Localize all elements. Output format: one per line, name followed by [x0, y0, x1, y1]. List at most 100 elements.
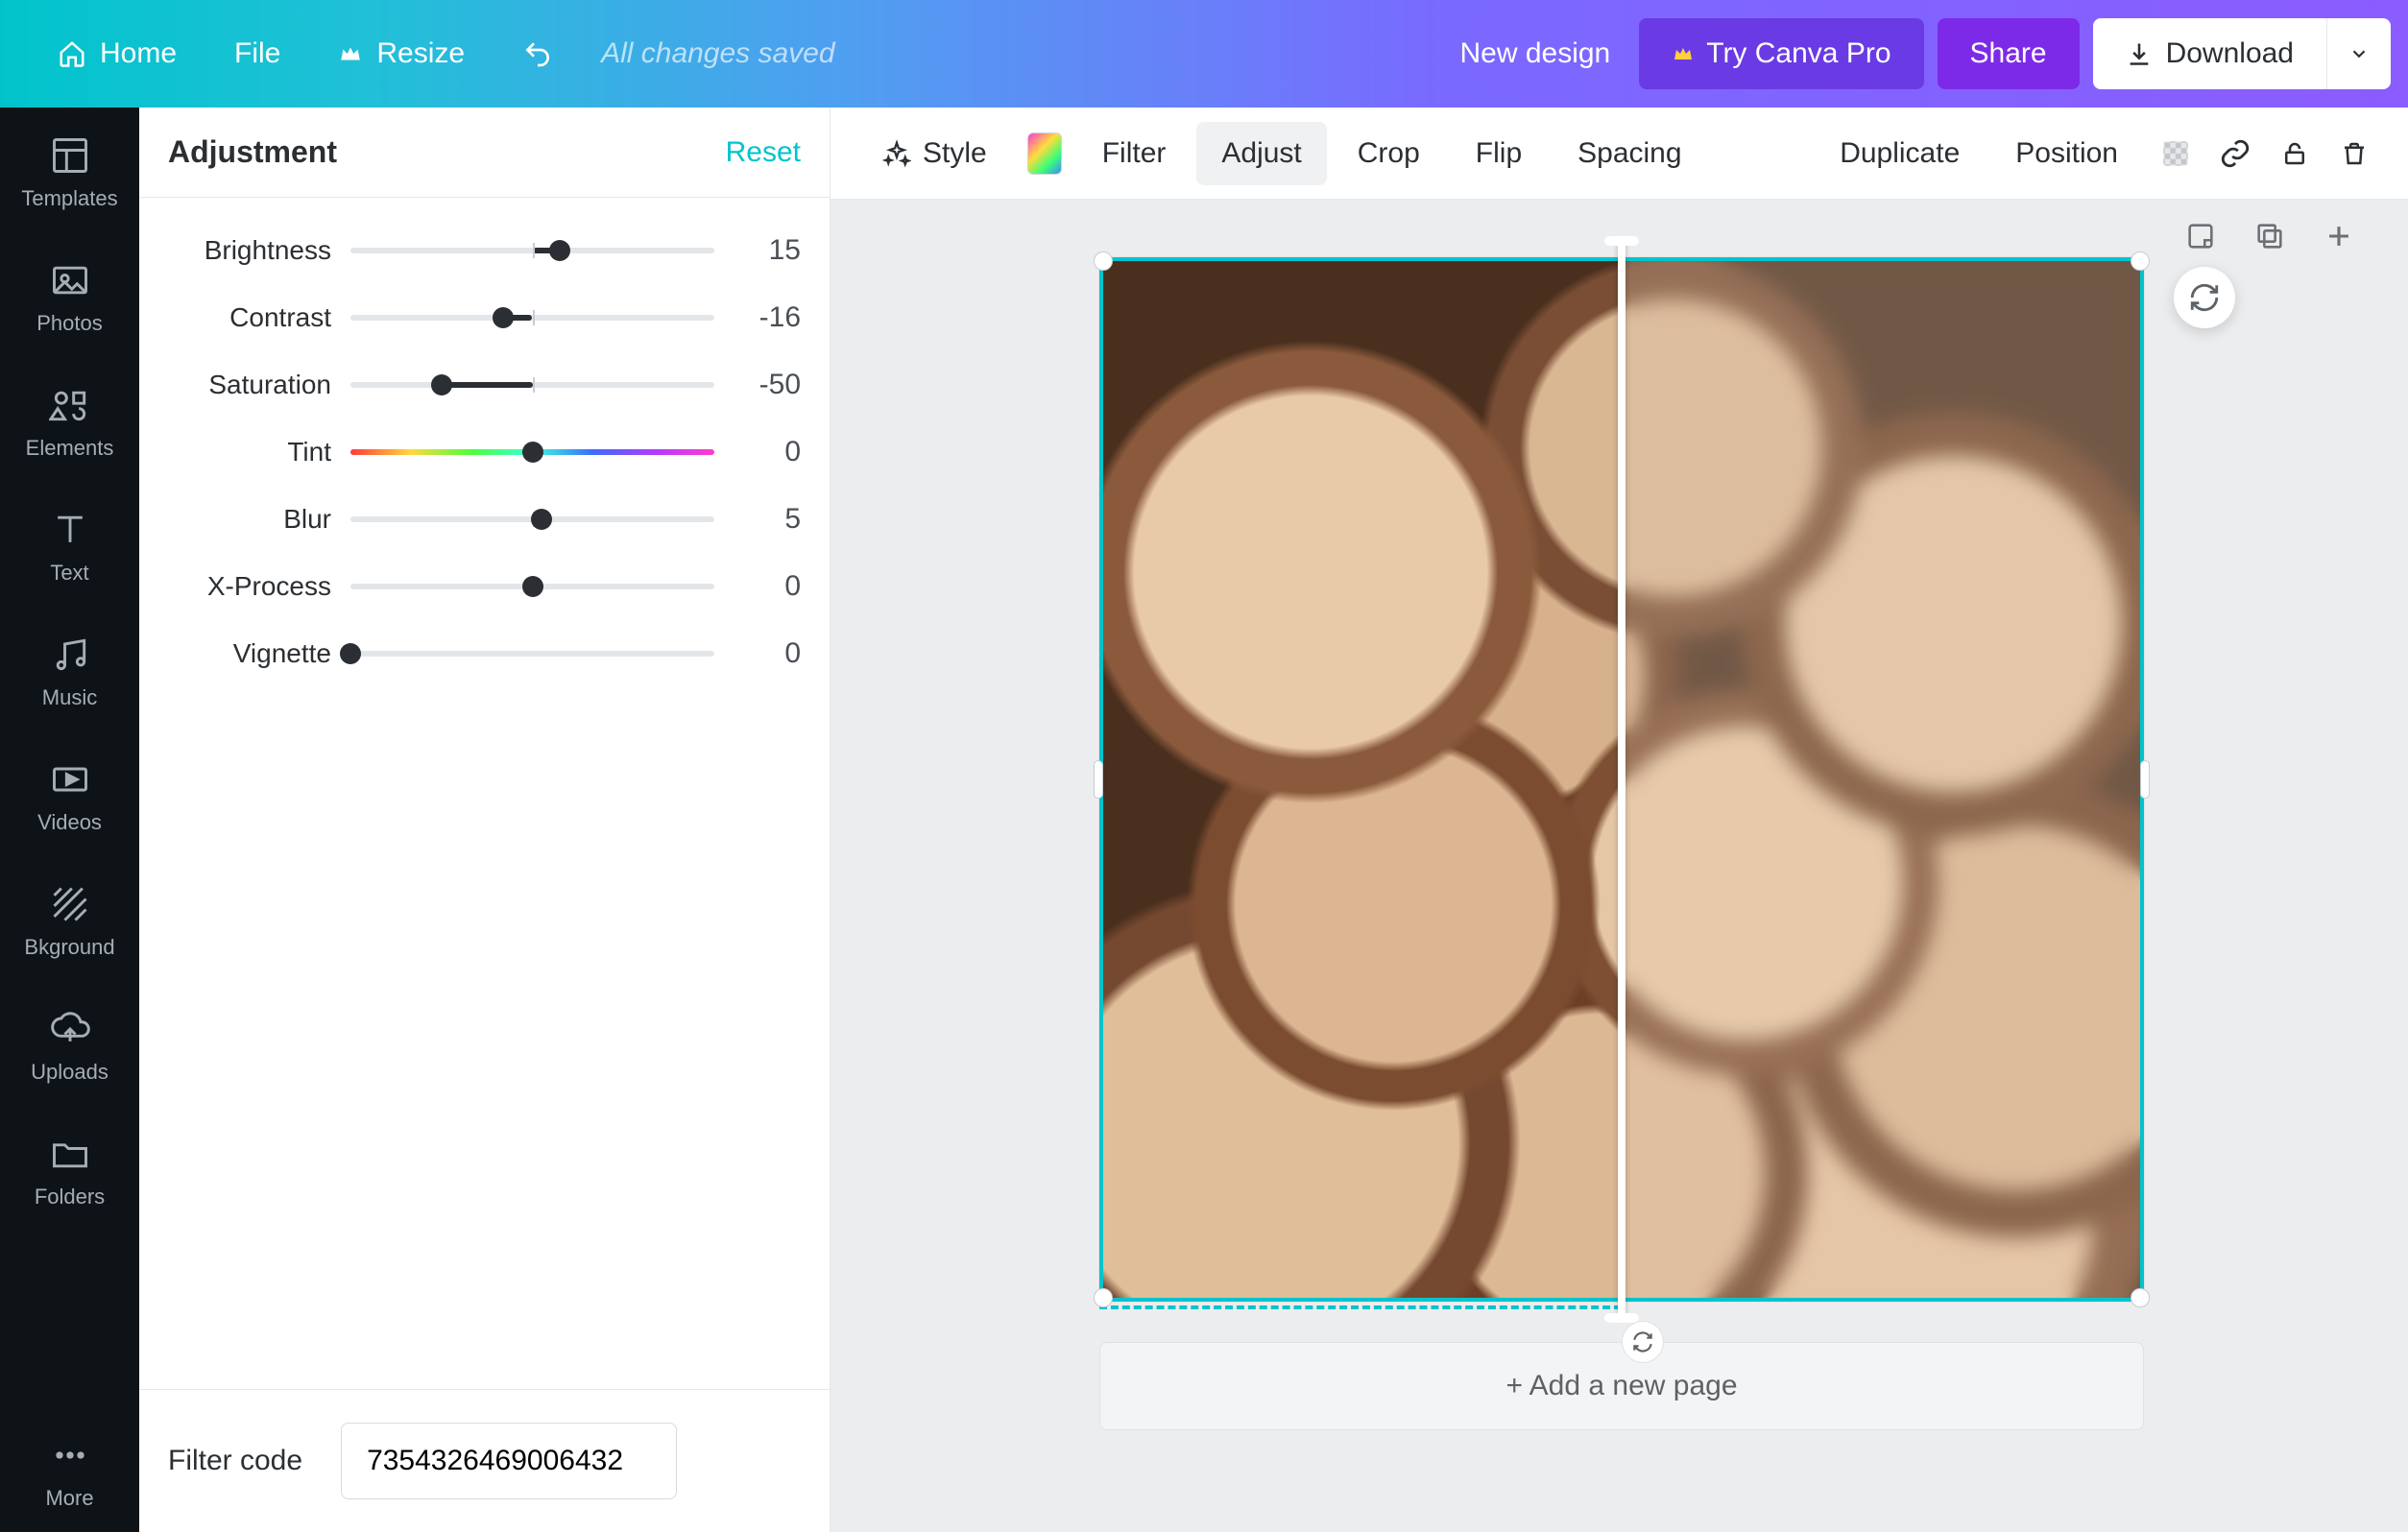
slider-value: 5 [734, 503, 801, 536]
rail-elements[interactable]: Elements [0, 357, 139, 482]
slider-knob[interactable] [431, 374, 452, 395]
try-pro-button[interactable]: Try Canva Pro [1639, 18, 1923, 89]
new-design-button[interactable]: New design [1431, 20, 1639, 87]
style-button[interactable]: Style [857, 122, 1012, 185]
rail-videos[interactable]: Videos [0, 731, 139, 856]
home-button[interactable]: Home [29, 20, 205, 87]
slider-track-saturation[interactable] [350, 382, 714, 388]
crop-label: Crop [1358, 137, 1420, 170]
share-label: Share [1970, 37, 2047, 69]
download-menu-button[interactable] [2326, 18, 2391, 89]
rail-uploads[interactable]: Uploads [0, 981, 139, 1106]
crown-icon [1672, 42, 1695, 65]
slider-label: Blur [168, 504, 331, 535]
file-button[interactable]: File [205, 20, 309, 87]
rail-label: Folders [35, 1185, 105, 1209]
artboard[interactable] [1099, 257, 2144, 1302]
undo-button[interactable] [494, 21, 582, 86]
adjust-button[interactable]: Adjust [1196, 122, 1326, 185]
music-icon [49, 634, 91, 676]
rail-photos[interactable]: Photos [0, 232, 139, 357]
position-label: Position [2015, 137, 2118, 170]
flip-label: Flip [1476, 137, 1522, 170]
reset-button[interactable]: Reset [726, 136, 801, 169]
slider-contrast: Contrast-16 [168, 284, 801, 351]
slider-knob[interactable] [340, 643, 361, 664]
lock-icon [2280, 139, 2309, 168]
slider-label: Saturation [168, 370, 331, 400]
resize-handle-ml[interactable] [1094, 760, 1103, 799]
sparkle-icon [882, 139, 911, 168]
lock-button[interactable] [2268, 130, 2322, 178]
spacing-button[interactable]: Spacing [1553, 122, 1706, 185]
slider-track-tint[interactable] [350, 449, 714, 455]
color-chip[interactable] [1018, 123, 1072, 184]
slider-track-xprocess[interactable] [350, 584, 714, 589]
copy-icon [2253, 220, 2286, 252]
selected-photo[interactable] [1099, 257, 2144, 1302]
slider-knob[interactable] [531, 509, 552, 530]
spacing-label: Spacing [1577, 137, 1681, 170]
resize-handle-mr[interactable] [2140, 760, 2150, 799]
slider-knob[interactable] [549, 240, 570, 261]
background-icon [49, 883, 91, 925]
resize-handle-tl[interactable] [1094, 251, 1113, 271]
panel-title: Adjustment [168, 134, 337, 170]
rail-label: Music [42, 685, 97, 710]
share-button[interactable]: Share [1938, 18, 2080, 89]
download-button[interactable]: Download [2093, 18, 2326, 89]
slider-vignette: Vignette0 [168, 620, 801, 687]
canvas-stage[interactable]: + Add a new page [831, 200, 2408, 1532]
slider-value: 0 [734, 637, 801, 670]
crown-icon [338, 41, 363, 66]
filter-code-input[interactable] [341, 1423, 677, 1499]
page-duplicate-button[interactable] [2249, 215, 2291, 257]
rail-label: Bkground [24, 935, 114, 960]
filter-button[interactable]: Filter [1077, 122, 1192, 185]
download-icon [2126, 40, 2153, 67]
resize-handle-tr[interactable] [2131, 251, 2150, 271]
rail-more[interactable]: More [0, 1407, 139, 1532]
delete-button[interactable] [2327, 130, 2381, 178]
add-page-button[interactable]: + Add a new page [1099, 1342, 2144, 1430]
undo-icon [522, 38, 553, 69]
resize-handle-bl[interactable] [1094, 1288, 1113, 1307]
slider-value: 0 [734, 570, 801, 603]
left-rail: Templates Photos Elements Text Music Vid… [0, 108, 139, 1532]
slider-track-contrast[interactable] [350, 315, 714, 321]
rail-label: Photos [36, 311, 103, 336]
rail-background[interactable]: Bkground [0, 856, 139, 981]
videos-icon [49, 758, 91, 801]
slider-knob[interactable] [522, 576, 543, 597]
filter-code-label: Filter code [168, 1445, 302, 1477]
transparency-button[interactable] [2149, 128, 2203, 180]
rail-folders[interactable]: Folders [0, 1106, 139, 1231]
resize-label: Resize [376, 37, 465, 70]
reset-rotation-button[interactable] [2174, 267, 2235, 328]
resize-button[interactable]: Resize [309, 20, 494, 87]
page-add-button[interactable] [2318, 215, 2360, 257]
slider-knob[interactable] [493, 307, 514, 328]
rail-music[interactable]: Music [0, 607, 139, 731]
rail-text[interactable]: Text [0, 482, 139, 607]
slider-label: Contrast [168, 302, 331, 333]
slider-track-brightness[interactable] [350, 248, 714, 253]
trash-icon [2340, 139, 2369, 168]
flip-button[interactable]: Flip [1451, 122, 1547, 185]
duplicate-button[interactable]: Duplicate [1815, 122, 1985, 185]
slider-track-vignette[interactable] [350, 651, 714, 657]
new-design-label: New design [1459, 37, 1610, 70]
resize-handle-br[interactable] [2131, 1288, 2150, 1307]
slider-knob[interactable] [522, 442, 543, 463]
page-notes-button[interactable] [2179, 215, 2222, 257]
position-button[interactable]: Position [1990, 122, 2143, 185]
rail-templates[interactable]: Templates [0, 108, 139, 232]
home-icon [58, 39, 86, 68]
page-sync-button[interactable] [1622, 1321, 1664, 1363]
chevron-down-icon [2348, 43, 2370, 64]
top-bar: Home File Resize All changes saved New d… [0, 0, 2408, 108]
crop-button[interactable]: Crop [1333, 122, 1445, 185]
slider-track-blur[interactable] [350, 516, 714, 522]
compare-divider-handle[interactable] [1618, 242, 1625, 1317]
link-button[interactable] [2208, 128, 2262, 180]
